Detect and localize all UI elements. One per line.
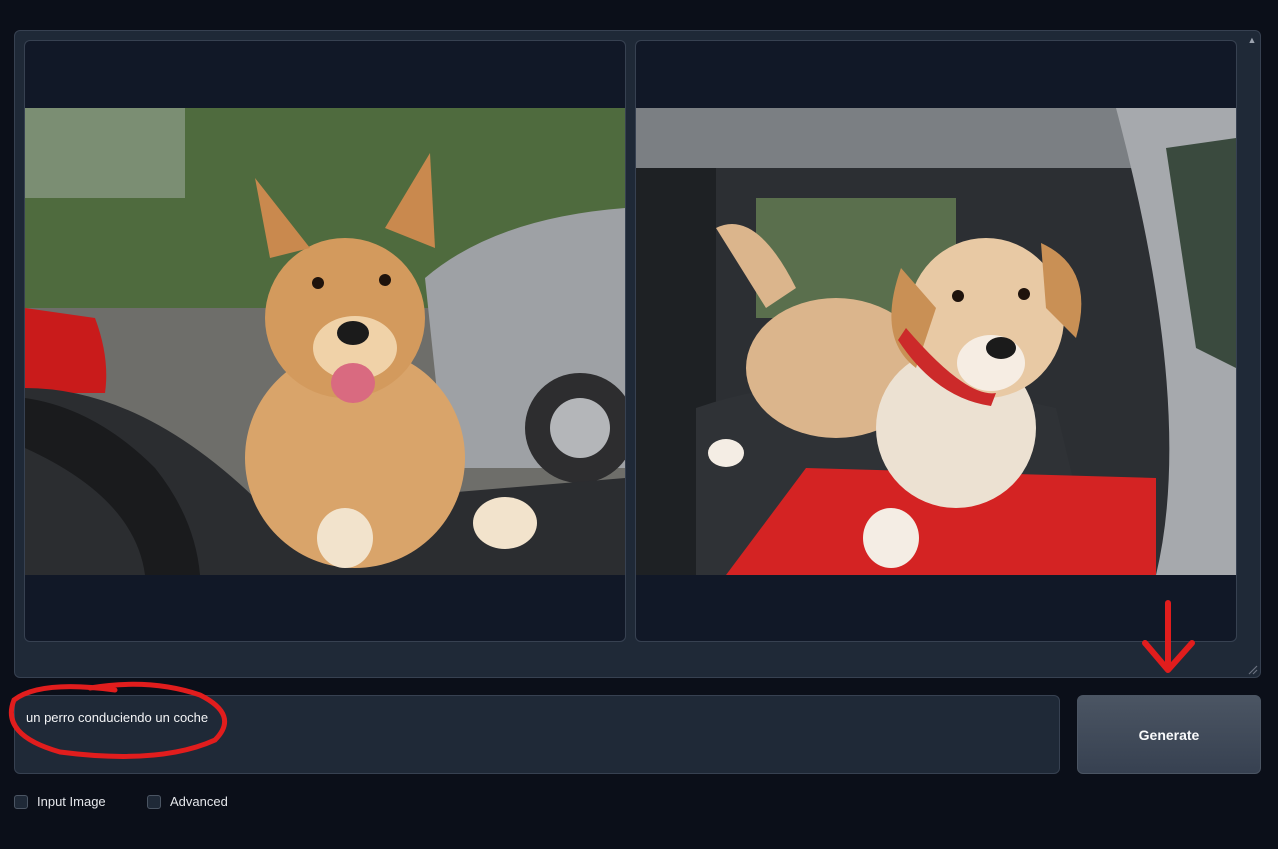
advanced-label: Advanced: [170, 794, 228, 809]
input-image-option[interactable]: Input Image: [14, 794, 106, 809]
advanced-option[interactable]: Advanced: [147, 794, 228, 809]
image-gallery: ▲: [14, 30, 1261, 678]
advanced-checkbox[interactable]: [147, 794, 161, 809]
prompt-input[interactable]: un perro conduciendo un coche: [14, 695, 1060, 774]
gallery-scrollbar[interactable]: ▲: [1246, 33, 1258, 673]
generate-button[interactable]: Generate: [1077, 695, 1261, 774]
input-image-checkbox[interactable]: [14, 794, 28, 809]
resize-handle-icon[interactable]: [1246, 663, 1258, 675]
input-image-label: Input Image: [37, 794, 106, 809]
generated-image-1[interactable]: [24, 40, 626, 642]
generated-image-2[interactable]: [635, 40, 1237, 642]
dog-photo-2: [636, 108, 1236, 575]
scroll-up-icon[interactable]: ▲: [1246, 33, 1258, 47]
dog-photo-1: [25, 108, 625, 575]
